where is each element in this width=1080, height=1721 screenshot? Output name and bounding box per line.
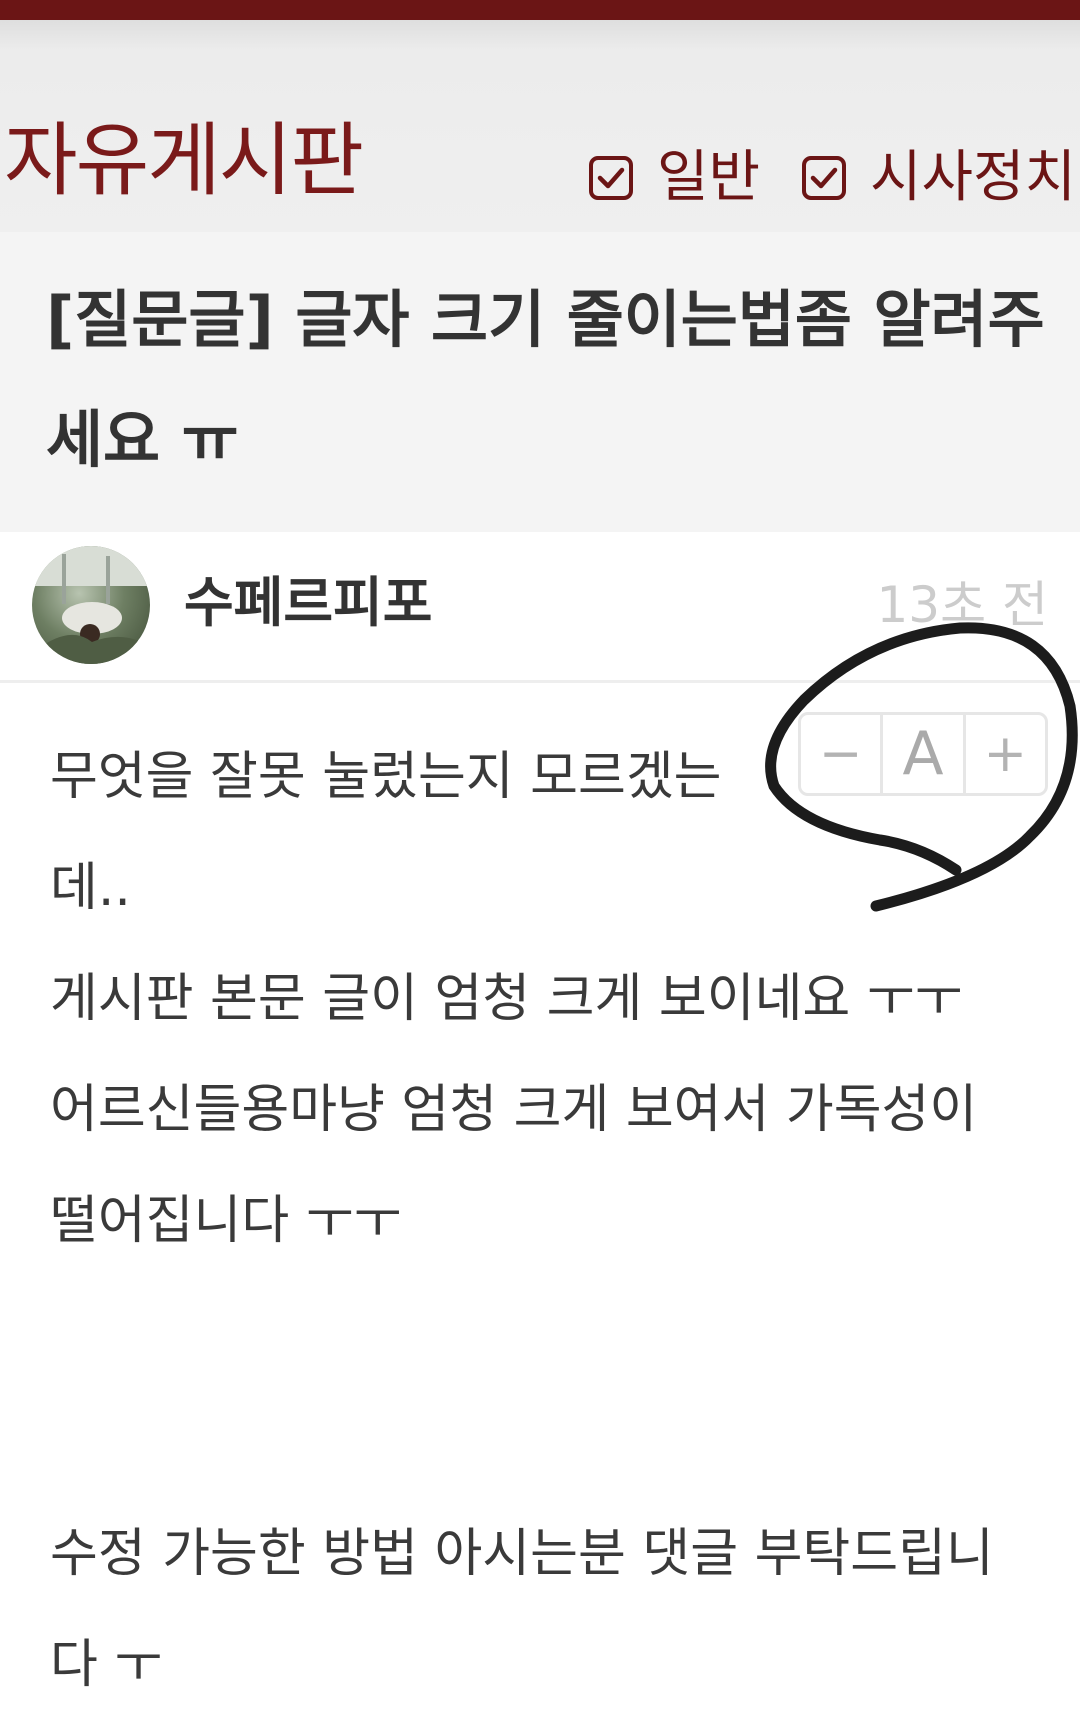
font-decrease-button[interactable]: −	[801, 715, 880, 793]
filter-label: 일반	[657, 145, 761, 210]
filter-label: 시사정치	[870, 145, 1077, 210]
post-title: [질문글] 글자 크기 줄이는법좀 알려주세요 ㅠ	[46, 283, 1045, 476]
post-body-line: 다 ㅜ	[50, 1635, 163, 1695]
font-reset-button[interactable]: A	[880, 715, 962, 793]
top-accent-bar	[0, 0, 1080, 20]
board-title[interactable]: 자유게시판	[4, 116, 364, 206]
post-title-area: [질문글] 글자 크기 줄이는법좀 알려주세요 ㅠ	[0, 232, 1080, 532]
avatar[interactable]	[32, 546, 150, 664]
post-body-line: 떨어집니다 ㅜㅜ	[50, 1191, 402, 1251]
checkbox-checked-icon[interactable]	[589, 156, 633, 200]
post-body: 무엇을 잘못 눌렀는지 모르겠는 데.. 게시판 본문 글이 엄청 크게 보이네…	[50, 722, 1040, 1721]
post-body-line: 데..	[50, 858, 131, 918]
board-header: 자유게시판 일반 시사정치	[0, 20, 1080, 232]
checkbox-checked-icon[interactable]	[802, 156, 846, 200]
font-size-control: − A +	[798, 712, 1048, 796]
author-name[interactable]: 수페르피포	[184, 568, 432, 638]
post-body-line: 수정 가능한 방법 아시는분 댓글 부탁드립니	[50, 1524, 994, 1584]
filter-general[interactable]: 일반	[589, 148, 760, 208]
filter-politics[interactable]: 시사정치	[802, 148, 1076, 208]
post-time: 13초 전	[876, 576, 1048, 634]
font-increase-button[interactable]: +	[962, 715, 1045, 793]
post-body-line: 어르신들용마냥 엄청 크게 보여서 가독성이	[50, 1080, 978, 1140]
author-row: 수페르피포 13초 전	[0, 532, 1080, 683]
post-body-line: 게시판 본문 글이 엄청 크게 보이네요 ㅜㅜ	[50, 969, 963, 1029]
